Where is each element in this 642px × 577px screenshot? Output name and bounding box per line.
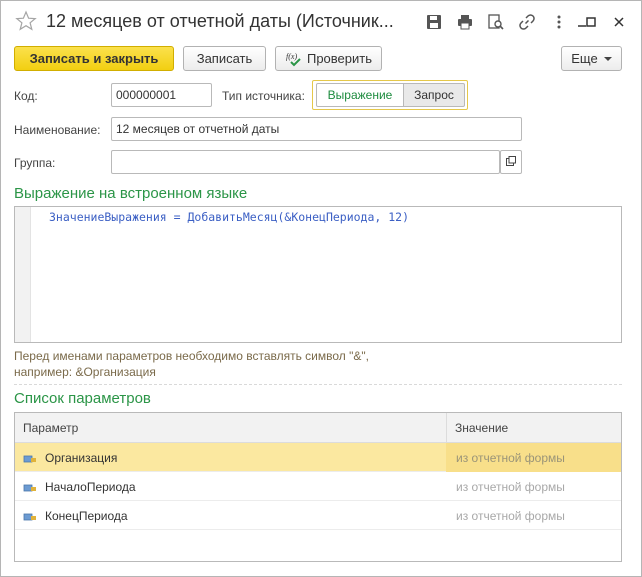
table-row[interactable]: Организация из отчетной формы [15, 443, 621, 472]
svg-text:f(x): f(x) [286, 52, 297, 61]
code-label: Код: [14, 89, 38, 103]
param-name-cell: Организация [23, 443, 117, 472]
group-label: Группа: [14, 156, 56, 170]
source-type-expression-option[interactable]: Выражение [316, 83, 404, 107]
table-row[interactable]: КонецПериода из отчетной формы [15, 501, 621, 530]
table-row[interactable]: НачалоПериода из отчетной формы [15, 472, 621, 501]
kebab-icon[interactable] [550, 13, 568, 31]
source-type-toggle: Выражение Запрос [312, 80, 468, 110]
floppy-icon[interactable] [425, 13, 443, 31]
param-name: КонецПериода [45, 508, 128, 523]
maximize-icon[interactable] [582, 13, 600, 31]
star-icon[interactable] [15, 10, 37, 32]
link-icon[interactable] [518, 13, 536, 31]
param-name: НачалоПериода [45, 479, 136, 494]
name-label: Наименование: [14, 123, 101, 137]
param-icon [23, 482, 37, 492]
more-button-label: Еще [571, 51, 598, 66]
source-type-label: Тип источника: [222, 89, 305, 103]
param-value: из отчетной формы [456, 479, 565, 494]
group-field[interactable] [111, 150, 500, 174]
fx-check-icon: f(x) [285, 50, 303, 68]
check-button[interactable]: f(x) Проверить [275, 46, 382, 71]
code-text: ЗначениеВыражения = ДобавитьМесяц(&Конец… [49, 210, 410, 224]
params-table: Параметр Значение Организация из отчетно… [14, 412, 622, 562]
save-button[interactable]: Записать [183, 46, 266, 71]
printer-icon[interactable] [456, 13, 474, 31]
check-button-label: Проверить [306, 51, 372, 66]
name-field[interactable]: 12 месяцев от отчетной даты [111, 117, 522, 141]
expression-section-title: Выражение на встроенном языке [14, 185, 248, 202]
params-section-title: Список параметров [14, 390, 151, 407]
close-icon[interactable] [610, 13, 628, 31]
more-button[interactable]: Еще [561, 46, 622, 71]
param-value: из отчетной формы [456, 450, 565, 465]
code-field[interactable]: 000000001 [111, 83, 212, 107]
chevron-down-icon [603, 56, 612, 61]
param-name: Организация [45, 450, 118, 465]
open-group-button[interactable] [500, 150, 522, 174]
search-doc-icon[interactable] [487, 13, 505, 31]
param-name-cell: НачалоПериода [23, 472, 136, 501]
title-bar: 12 месяцев от отчетной даты (Источник... [1, 1, 641, 41]
param-icon [23, 511, 37, 521]
code-editor[interactable]: ЗначениеВыражения = ДобавитьМесяц(&Конец… [14, 206, 622, 343]
open-icon [505, 155, 517, 170]
source-type-query-option[interactable]: Запрос [403, 83, 465, 107]
column-header-value[interactable]: Значение [447, 413, 621, 443]
hint-line-1: Перед именами параметров необходимо вста… [14, 349, 369, 363]
save-and-close-button[interactable]: Записать и закрыть [14, 46, 174, 71]
divider [14, 384, 622, 385]
form-window: 12 месяцев от отчетной даты (Источник...… [0, 0, 642, 577]
window-title: 12 месяцев от отчетной даты (Источник... [46, 11, 394, 31]
hint-line-2: например: &Организация [14, 365, 156, 379]
param-name-cell: КонецПериода [23, 501, 128, 530]
param-icon [23, 453, 37, 463]
table-header: Параметр Значение [15, 413, 621, 443]
param-value: из отчетной формы [456, 508, 565, 523]
column-header-param[interactable]: Параметр [15, 413, 446, 443]
editor-gutter [15, 207, 31, 342]
